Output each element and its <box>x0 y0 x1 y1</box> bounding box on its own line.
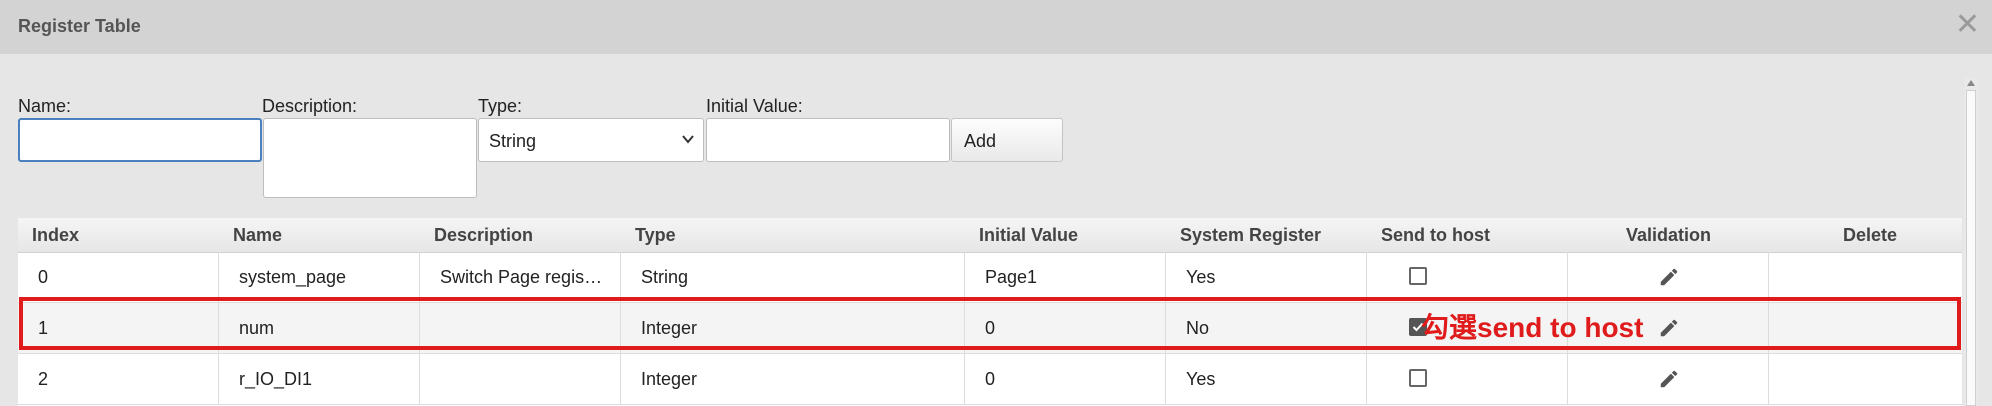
cell-initial-value: Page1 <box>965 252 1166 302</box>
column-header-name[interactable]: Name <box>233 225 282 246</box>
type-label: Type: <box>478 96 523 116</box>
pencil-icon[interactable] <box>1658 266 1680 288</box>
chevron-down-icon <box>682 135 694 144</box>
column-header-send-to-host[interactable]: Send to host <box>1381 225 1490 246</box>
cell-name: system_page <box>219 252 420 302</box>
cell-validation <box>1568 354 1769 404</box>
dialog-titlebar: Register Table ✕ <box>0 0 1992 54</box>
name-input[interactable] <box>18 118 262 162</box>
cell-delete <box>1769 252 1962 302</box>
scroll-up-arrow-icon[interactable] <box>1967 80 1975 86</box>
cell-system-register: Yes <box>1166 354 1367 404</box>
cell-system-register: Yes <box>1166 252 1367 302</box>
table-row[interactable]: 1 num Integer 0 No <box>18 303 1962 354</box>
close-icon[interactable]: ✕ <box>1955 8 1980 42</box>
cell-index: 2 <box>18 354 219 404</box>
cell-delete <box>1769 303 1962 353</box>
description-label: Description: <box>262 96 358 116</box>
column-header-validation[interactable]: Validation <box>1626 225 1711 246</box>
column-header-initial-value[interactable]: Initial Value <box>979 225 1078 246</box>
description-input[interactable] <box>263 118 477 198</box>
cell-description <box>420 354 621 404</box>
name-label: Name: <box>18 96 72 116</box>
send-to-host-checkbox[interactable] <box>1409 267 1427 285</box>
pencil-icon[interactable] <box>1658 368 1680 390</box>
table-header: Index Name Description Type Initial Valu… <box>18 218 1962 253</box>
cell-validation <box>1568 252 1769 302</box>
cell-description: Switch Page regis… <box>420 252 621 302</box>
dialog-title: Register Table <box>18 16 141 36</box>
cell-initial-value: 0 <box>965 303 1166 353</box>
column-header-index[interactable]: Index <box>32 225 79 246</box>
cell-initial-value: 0 <box>965 354 1166 404</box>
cell-name: num <box>219 303 420 353</box>
table-row[interactable]: 0 system_page Switch Page regis… String … <box>18 252 1962 303</box>
cell-name: r_IO_DI1 <box>219 354 420 404</box>
column-header-system-register[interactable]: System Register <box>1180 225 1321 246</box>
type-selected-value: String <box>489 131 537 151</box>
annotation-text: 勾選send to host <box>1421 312 1644 343</box>
vertical-scrollbar[interactable] <box>1964 78 1978 406</box>
cell-index: 1 <box>18 303 219 353</box>
cell-send-to-host <box>1367 252 1568 302</box>
cell-send-to-host <box>1367 354 1568 404</box>
cell-type: Integer <box>621 303 965 353</box>
initial-value-label: Initial Value: <box>706 96 803 116</box>
type-select[interactable]: String <box>478 118 704 162</box>
send-to-host-checkbox[interactable] <box>1409 369 1427 387</box>
cell-description <box>420 303 621 353</box>
cell-system-register: No <box>1166 303 1367 353</box>
table-row[interactable]: 2 r_IO_DI1 Integer 0 Yes <box>18 354 1962 405</box>
scrollbar-thumb[interactable] <box>1966 90 1976 406</box>
register-table: Index Name Description Type Initial Valu… <box>18 218 1962 406</box>
add-button[interactable]: Add <box>951 118 1063 162</box>
column-header-description[interactable]: Description <box>434 225 533 246</box>
pencil-icon[interactable] <box>1658 317 1680 339</box>
cell-type: Integer <box>621 354 965 404</box>
column-header-type[interactable]: Type <box>635 225 676 246</box>
cell-type: String <box>621 252 965 302</box>
cell-delete <box>1769 354 1962 404</box>
initial-value-input[interactable] <box>706 118 950 162</box>
cell-index: 0 <box>18 252 219 302</box>
column-header-delete[interactable]: Delete <box>1843 225 1897 246</box>
